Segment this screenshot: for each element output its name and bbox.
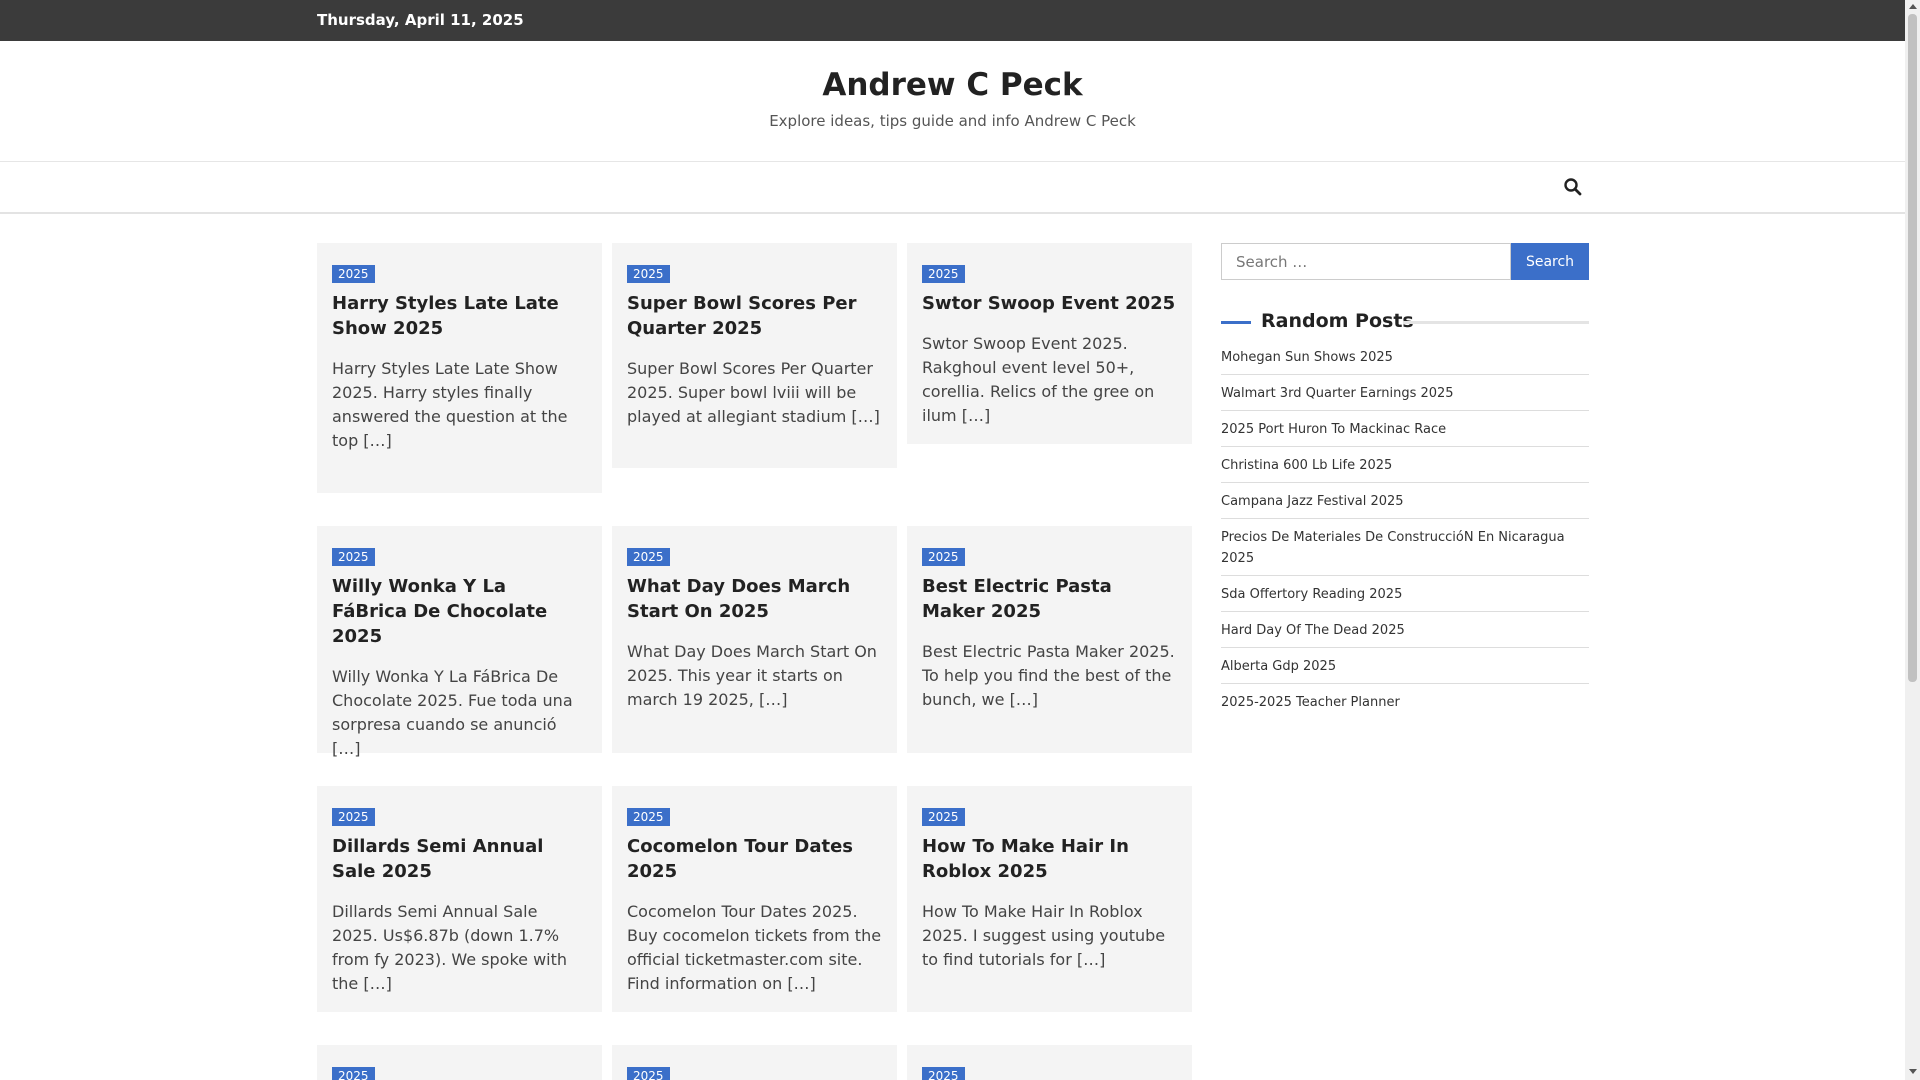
post-card: 2025	[317, 1045, 602, 1080]
random-post-link[interactable]: 2025 Port Huron To Mackinac Race	[1221, 419, 1589, 447]
random-posts-heading: Random Posts	[1261, 310, 1414, 332]
post-card: 2025 Best Electric Pasta Maker 2025 Best…	[907, 526, 1192, 753]
current-date: Thursday, April 11, 2025	[317, 11, 524, 29]
random-post-link[interactable]: Mohegan Sun Shows 2025	[1221, 347, 1589, 375]
post-excerpt: What Day Does March Start On 2025. This …	[627, 642, 877, 709]
random-post-link[interactable]: Alberta Gdp 2025	[1221, 656, 1589, 684]
post-card: 2025	[612, 1045, 897, 1080]
post-card: 2025 Swtor Swoop Event 2025 Swtor Swoop …	[907, 243, 1192, 444]
random-post-link[interactable]: Precios De Materiales De ConstruccióN En…	[1221, 527, 1589, 576]
category-badge[interactable]: 2025	[627, 548, 670, 566]
category-badge[interactable]: 2025	[627, 1067, 670, 1080]
sidebar-search-input[interactable]	[1221, 243, 1511, 280]
random-posts-list: Mohegan Sun Shows 2025 Walmart 3rd Quart…	[1221, 347, 1589, 727]
category-badge[interactable]: 2025	[332, 1067, 375, 1080]
post-excerpt: Cocomelon Tour Dates 2025. Buy cocomelon…	[627, 902, 882, 993]
site-header: Andrew C Peck Explore ideas, tips guide …	[0, 41, 1905, 162]
post-card: 2025 Harry Styles Late Late Show 2025 Ha…	[317, 243, 602, 493]
sidebar-search-form: Search	[1221, 243, 1589, 280]
post-title[interactable]: Cocomelon Tour Dates 2025	[627, 834, 882, 884]
post-title[interactable]: Super Bowl Scores Per Quarter 2025	[627, 291, 882, 341]
post-card: 2025 How To Make Hair In Roblox 2025 How…	[907, 786, 1192, 1012]
site-title[interactable]: Andrew C Peck	[0, 67, 1905, 103]
scroll-down-arrow-icon[interactable]	[1909, 1069, 1917, 1074]
post-title[interactable]: How To Make Hair In Roblox 2025	[922, 834, 1177, 884]
scroll-up-arrow-icon[interactable]	[1909, 4, 1917, 9]
category-badge[interactable]: 2025	[332, 548, 375, 566]
page-scrollbar[interactable]	[1905, 0, 1920, 1080]
post-card: 2025	[907, 1045, 1192, 1080]
random-post-link[interactable]: 2025-2025 Teacher Planner	[1221, 692, 1589, 719]
heading-divider-line	[1403, 321, 1589, 324]
category-badge[interactable]: 2025	[922, 265, 965, 283]
random-post-link[interactable]: Campana Jazz Festival 2025	[1221, 491, 1589, 519]
category-badge[interactable]: 2025	[922, 808, 965, 826]
post-excerpt: How To Make Hair In Roblox 2025. I sugge…	[922, 902, 1166, 969]
main-navigation	[0, 162, 1905, 214]
category-badge[interactable]: 2025	[332, 808, 375, 826]
post-excerpt: Swtor Swoop Event 2025. Rakghoul event l…	[922, 334, 1155, 425]
category-badge[interactable]: 2025	[627, 808, 670, 826]
top-bar: Thursday, April 11, 2025	[0, 0, 1905, 41]
category-badge[interactable]: 2025	[627, 265, 670, 283]
site-description: Explore ideas, tips guide and info Andre…	[769, 112, 1136, 130]
post-title[interactable]: What Day Does March Start On 2025	[627, 574, 882, 624]
sidebar-search-button[interactable]: Search	[1511, 243, 1589, 280]
post-card: 2025 What Day Does March Start On 2025 W…	[612, 526, 897, 753]
category-badge[interactable]: 2025	[332, 265, 375, 283]
post-title[interactable]: Best Electric Pasta Maker 2025	[922, 574, 1177, 624]
post-card: 2025 Willy Wonka Y La FáBrica De Chocola…	[317, 526, 602, 758]
random-post-link[interactable]: Hard Day Of The Dead 2025	[1221, 620, 1589, 648]
random-posts-header: Random Posts	[1221, 308, 1589, 336]
post-title[interactable]: Harry Styles Late Late Show 2025	[332, 291, 587, 341]
random-post-link[interactable]: Sda Offertory Reading 2025	[1221, 584, 1589, 612]
post-excerpt: Best Electric Pasta Maker 2025. To help …	[922, 642, 1175, 709]
post-excerpt: Dillards Semi Annual Sale 2025. Us$6.87b…	[332, 902, 568, 993]
post-excerpt: Willy Wonka Y La FáBrica De Chocolate 20…	[332, 667, 573, 758]
search-icon[interactable]	[1562, 176, 1584, 198]
random-post-link[interactable]: Christina 600 Lb Life 2025	[1221, 455, 1589, 483]
post-title[interactable]: Dillards Semi Annual Sale 2025	[332, 834, 587, 884]
post-excerpt: Super Bowl Scores Per Quarter 2025. Supe…	[627, 359, 880, 426]
post-title[interactable]: Swtor Swoop Event 2025	[922, 291, 1177, 316]
post-card: 2025 Dillards Semi Annual Sale 2025 Dill…	[317, 786, 602, 1012]
category-badge[interactable]: 2025	[922, 548, 965, 566]
post-card: 2025 Super Bowl Scores Per Quarter 2025 …	[612, 243, 897, 468]
post-card: 2025 Cocomelon Tour Dates 2025 Cocomelon…	[612, 786, 897, 1012]
heading-accent-line	[1221, 321, 1251, 324]
post-title[interactable]: Willy Wonka Y La FáBrica De Chocolate 20…	[332, 574, 587, 649]
category-badge[interactable]: 2025	[922, 1067, 965, 1080]
random-post-link[interactable]: Walmart 3rd Quarter Earnings 2025	[1221, 383, 1589, 411]
post-excerpt: Harry Styles Late Late Show 2025. Harry …	[332, 359, 568, 450]
scrollbar-thumb[interactable]	[1908, 14, 1917, 682]
